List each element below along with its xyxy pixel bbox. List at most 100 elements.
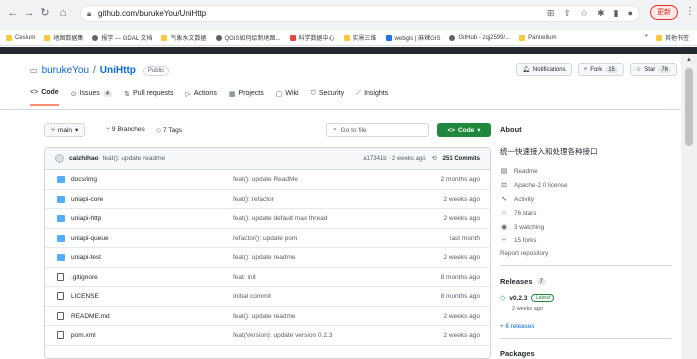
- bookmark-item[interactable]: 科学数据中心: [289, 33, 335, 42]
- file-commit-message[interactable]: feat(): refactor: [233, 196, 274, 203]
- tab-label: Pull requests: [133, 90, 174, 97]
- tab-pull-requests[interactable]: ⇅ Pull requests: [124, 89, 173, 106]
- commits-link[interactable]: 251 Commits: [443, 156, 480, 162]
- about-description: 统一快速接入和处理各种接口: [500, 147, 598, 156]
- file-name-link[interactable]: uniapi-queue: [71, 235, 109, 242]
- bell-icon: 🔔︎: [522, 67, 530, 73]
- star-button[interactable]: ☆ Star 76: [629, 63, 677, 76]
- about-title: About: [500, 125, 522, 134]
- file-commit-message[interactable]: feat(): update readme: [233, 313, 296, 320]
- tab-icon: ⊙: [70, 90, 77, 98]
- about-item[interactable]: ▤ Readme: [500, 167, 538, 176]
- sidepanel-icon[interactable]: ▮: [614, 8, 619, 19]
- divider: [500, 265, 672, 266]
- bookmark-item[interactable]: webgis | 麻辣GIS: [385, 33, 440, 42]
- bookmark-item[interactable]: GitHub - zqj2599/...: [449, 34, 510, 41]
- tags-link[interactable]: ◇ 7 Tags: [156, 126, 182, 135]
- file-commit-message[interactable]: feat(): update ReadMe: [233, 176, 298, 183]
- favicon-icon: [385, 34, 392, 41]
- tab-code[interactable]: <> Code: [30, 89, 59, 106]
- file-commit-message[interactable]: feat(): update default max thread: [233, 215, 327, 222]
- branches-link[interactable]: ⑂ 9 Branches: [106, 126, 145, 133]
- bookmark-item[interactable]: 报学 — GDAL 文档: [92, 33, 152, 42]
- tab-label: Projects: [238, 90, 264, 97]
- about-item-icon: ⑂: [501, 237, 507, 244]
- about-item[interactable]: ∿ Activity: [500, 195, 534, 204]
- forward-icon[interactable]: →: [22, 6, 36, 20]
- file-name-link[interactable]: LICENSE: [71, 293, 99, 300]
- about-item[interactable]: ◉ 3 watching: [500, 223, 544, 232]
- file-name-link[interactable]: pom.xml: [71, 332, 96, 339]
- tab-icon: ⇅: [124, 90, 131, 98]
- tab-actions[interactable]: ▷ Actions: [185, 89, 216, 106]
- tab-insights[interactable]: ⟋ Insights: [356, 89, 388, 106]
- back-icon[interactable]: ←: [6, 6, 20, 20]
- fork-button[interactable]: ⑂ Fork 15: [577, 63, 624, 76]
- more-releases-link[interactable]: + 6 releases: [500, 323, 534, 330]
- bookmark-other[interactable]: 其他书签: [655, 33, 689, 42]
- tag-icon: ◇: [500, 295, 506, 302]
- repo-owner-link[interactable]: burukeYou: [42, 65, 89, 76]
- code-button[interactable]: <> Code ▾: [437, 123, 491, 137]
- bookmark-item[interactable]: QGIS如何绘制地图...: [215, 33, 281, 42]
- file-name-link[interactable]: docs/img: [71, 176, 97, 183]
- bookmark-item[interactable]: 地图数据集: [44, 33, 83, 42]
- profile-icon[interactable]: ●: [628, 8, 633, 19]
- folder-icon: [6, 34, 12, 41]
- file-commit-time: 8 months ago: [440, 273, 480, 281]
- bookmarks-more-icon[interactable]: »: [645, 33, 648, 42]
- commit-hash-time[interactable]: a17341b · 2 weeks ago: [363, 156, 425, 162]
- bookmark-item[interactable]: 实景三维: [343, 33, 377, 42]
- bookmarks-bar: Cesium 地图数据集 报学 — GDAL 文档 气象水文数据 QGIS如何绘制地图.…: [0, 30, 697, 46]
- table-row: uniapi-http feat(): update default max th…: [45, 209, 490, 229]
- about-item-icon: ▤: [500, 168, 508, 175]
- file-commit-message[interactable]: refactor(): update pom: [233, 235, 297, 242]
- file-commit-message[interactable]: feat(): update readme: [233, 254, 296, 261]
- about-item[interactable]: ⚖ Apache-2.0 license: [500, 181, 568, 190]
- file-name-link[interactable]: README.md: [71, 313, 110, 320]
- url-text[interactable]: github.com/burukeYou/UniHttp: [98, 9, 206, 18]
- file-commit-time: 2 weeks ago: [443, 332, 481, 339]
- go-to-file-input[interactable]: ⌕ Go to file: [326, 123, 429, 137]
- repo-name-link[interactable]: UniHttp: [100, 65, 136, 76]
- bookmark-item[interactable]: 气象水文数据: [161, 33, 207, 42]
- notifications-button[interactable]: 🔔︎ Notifications: [516, 63, 572, 76]
- about-item[interactable]: ⑂ 15 forks: [500, 237, 537, 244]
- file-name-link[interactable]: uniapi-core: [71, 196, 103, 203]
- tab-issues[interactable]: ⊙ Issues 4: [70, 89, 113, 106]
- menu-icon[interactable]: ⋮: [685, 6, 695, 17]
- scrollbar[interactable]: ▲: [681, 54, 697, 359]
- file-commit-message[interactable]: Initial commit: [233, 293, 271, 300]
- releases-title[interactable]: Releases 7: [500, 277, 546, 286]
- file-name-link[interactable]: uniapi-test: [71, 254, 101, 261]
- file-commit-message[interactable]: feat: init: [233, 274, 256, 281]
- tab-projects[interactable]: ▦ Projects: [229, 89, 264, 106]
- update-button[interactable]: 更新: [650, 5, 678, 20]
- file-commit-time: 2 months ago: [440, 176, 480, 183]
- latest-release[interactable]: ◇ v0.2.3 Latest: [500, 294, 555, 302]
- visibility-badge: Public: [142, 65, 170, 76]
- share-icon[interactable]: ⇪: [563, 8, 571, 19]
- home-icon[interactable]: ⌂: [56, 6, 70, 20]
- file-commit-message[interactable]: feat(Version): update version 0.2.3: [233, 332, 332, 339]
- file-name-link[interactable]: .gitignore: [71, 274, 98, 281]
- report-link[interactable]: Report repository: [500, 250, 548, 257]
- commit-author[interactable]: caizhihao: [69, 155, 99, 162]
- history-icon: ⟲: [431, 156, 437, 162]
- tab-wiki[interactable]: ▢ Wiki: [276, 89, 299, 106]
- extensions-icon[interactable]: ✱: [597, 8, 605, 19]
- bookmark-item[interactable]: Pannellum: [519, 34, 557, 41]
- scrollbar-thumb[interactable]: [685, 68, 693, 146]
- commit-message[interactable]: feat(): update readme: [103, 155, 166, 162]
- bookmark-item[interactable]: Cesium: [6, 34, 35, 41]
- file-name-link[interactable]: uniapi-http: [71, 215, 101, 222]
- address-bar[interactable]: 🔒︎ github.com/burukeYou/UniHttp ⊞ ⇪ ☆ ✱ …: [80, 5, 640, 22]
- avatar[interactable]: [55, 154, 64, 163]
- scroll-up-icon[interactable]: ▲: [686, 57, 692, 63]
- reload-icon[interactable]: ↻: [38, 6, 52, 20]
- translate-icon[interactable]: ⊞: [547, 8, 555, 19]
- about-item[interactable]: ☆ 76 stars: [500, 209, 537, 218]
- tab-security[interactable]: ⛉ Security: [311, 89, 345, 106]
- bookmark-star-icon[interactable]: ☆: [580, 8, 588, 19]
- branch-select[interactable]: ⑂ main ▾: [44, 123, 86, 137]
